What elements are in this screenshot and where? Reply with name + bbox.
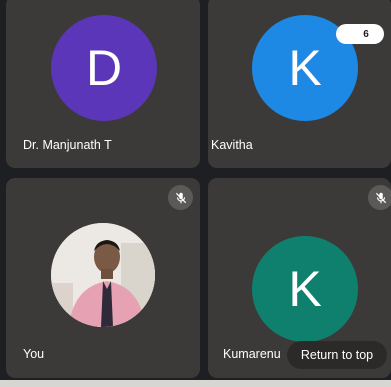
mic-off-icon — [368, 185, 391, 210]
participant-name: Kavitha — [211, 138, 253, 152]
participant-name: Dr. Manjunath T — [23, 138, 112, 152]
participant-tile-you[interactable]: You — [6, 178, 200, 378]
participant-tile-dr-manjunath[interactable]: D Dr. Manjunath T — [6, 0, 200, 168]
avatar-initial: D — [85, 40, 123, 96]
participant-video-thumbnail — [51, 223, 155, 327]
return-to-top-button[interactable]: Return to top — [287, 341, 387, 369]
meeting-grid: D Dr. Manjunath T K Kavitha You K Kumare… — [0, 0, 391, 387]
mic-off-icon — [168, 185, 193, 210]
avatar: D — [51, 15, 157, 121]
overflow-count: 6 — [363, 28, 369, 40]
avatar: K — [252, 236, 358, 342]
participant-name: Kumarenu — [223, 347, 281, 361]
bottom-divider — [0, 380, 391, 387]
avatar-initial: K — [288, 261, 322, 317]
overflow-count-badge[interactable]: 6 — [336, 24, 384, 44]
avatar-initial: K — [288, 40, 322, 96]
participant-name: You — [23, 347, 45, 361]
